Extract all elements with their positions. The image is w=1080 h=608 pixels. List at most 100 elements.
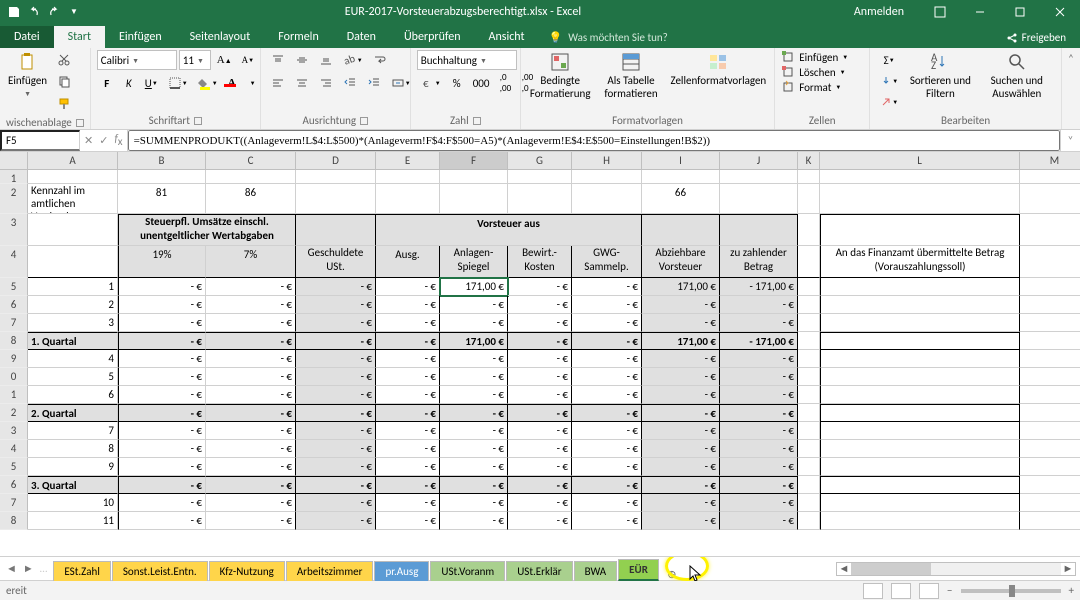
- cell[interactable]: - €: [118, 332, 206, 350]
- row-header[interactable]: 5: [0, 278, 28, 296]
- cell[interactable]: - €: [572, 512, 642, 530]
- cell[interactable]: Kennzahl im amtlichen Vordruck: [28, 184, 118, 214]
- cell[interactable]: [820, 476, 1020, 494]
- zoom-in-icon[interactable]: +: [1069, 584, 1074, 597]
- cell[interactable]: [820, 440, 1020, 458]
- cell[interactable]: - €: [118, 314, 206, 332]
- cell[interactable]: - €: [720, 296, 798, 314]
- cell[interactable]: - €: [206, 494, 296, 512]
- cell[interactable]: GWG-Sammelp.: [572, 246, 642, 278]
- font-color-icon[interactable]: A▼: [224, 73, 260, 93]
- fill-icon[interactable]: ▼: [876, 71, 902, 91]
- cell[interactable]: - €: [206, 476, 296, 494]
- cell[interactable]: - €: [572, 494, 642, 512]
- cell[interactable]: - €: [508, 458, 572, 476]
- cell[interactable]: [1020, 184, 1080, 214]
- cell[interactable]: [572, 184, 642, 214]
- cell[interactable]: [1020, 246, 1080, 278]
- cell[interactable]: [642, 214, 720, 246]
- zoom-out-icon[interactable]: −: [947, 584, 952, 597]
- col-header-b[interactable]: B: [118, 152, 206, 169]
- cell[interactable]: 171,00 €: [440, 332, 508, 350]
- col-header-f[interactable]: F: [440, 152, 508, 169]
- copy-icon[interactable]: [53, 72, 75, 92]
- row-header[interactable]: 3: [0, 422, 28, 440]
- align-top-icon[interactable]: [267, 50, 289, 70]
- zoom-slider[interactable]: [961, 589, 1061, 593]
- cell[interactable]: 2. Quartal: [28, 404, 118, 422]
- row-header[interactable]: 7: [0, 494, 28, 512]
- cell[interactable]: - 171,00 €: [720, 332, 798, 350]
- cell[interactable]: [118, 170, 206, 184]
- view-normal-icon[interactable]: [863, 583, 883, 599]
- cell[interactable]: - €: [440, 314, 508, 332]
- cell[interactable]: - €: [206, 458, 296, 476]
- cell[interactable]: [1020, 440, 1080, 458]
- cell[interactable]: [820, 296, 1020, 314]
- cell[interactable]: 7: [28, 422, 118, 440]
- align-center-icon[interactable]: [291, 73, 313, 93]
- cell[interactable]: - €: [296, 494, 376, 512]
- tab-start[interactable]: Start: [54, 26, 105, 48]
- cell[interactable]: - €: [440, 386, 508, 404]
- row-header[interactable]: 6: [0, 476, 28, 494]
- row-header[interactable]: 2: [0, 404, 28, 422]
- row-header[interactable]: 8: [0, 512, 28, 530]
- cell[interactable]: [798, 332, 820, 350]
- cell[interactable]: - €: [296, 314, 376, 332]
- cell[interactable]: - €: [720, 476, 798, 494]
- cell[interactable]: - €: [206, 422, 296, 440]
- cell[interactable]: - €: [206, 404, 296, 422]
- row-header[interactable]: 0: [0, 368, 28, 386]
- cell[interactable]: - €: [376, 512, 440, 530]
- sheet-tab-arbeit[interactable]: Arbeitszimmer: [286, 561, 374, 581]
- cell[interactable]: - €: [376, 404, 440, 422]
- cell[interactable]: 5: [28, 368, 118, 386]
- grow-font-icon[interactable]: A▲: [213, 50, 236, 70]
- cell[interactable]: - €: [720, 404, 798, 422]
- cell[interactable]: Geschuldete USt.: [296, 246, 376, 278]
- cell[interactable]: [820, 278, 1020, 296]
- cell[interactable]: Ausg.: [376, 246, 440, 278]
- cell[interactable]: - €: [508, 386, 572, 404]
- cell[interactable]: [820, 332, 1020, 350]
- sheet-tab-kfz[interactable]: Kfz-Nutzung: [209, 561, 285, 581]
- cell[interactable]: 3. Quartal: [28, 476, 118, 494]
- row-header[interactable]: 7: [0, 314, 28, 332]
- fill-color-icon[interactable]: ▼: [194, 73, 222, 93]
- cell[interactable]: [820, 214, 1020, 246]
- bold-button[interactable]: F: [97, 73, 117, 93]
- format-as-table-button[interactable]: Als Tabelle formatieren: [598, 50, 665, 102]
- row-header[interactable]: 5: [0, 458, 28, 476]
- cell[interactable]: - €: [720, 458, 798, 476]
- col-header-i[interactable]: I: [642, 152, 720, 169]
- col-header-c[interactable]: C: [206, 152, 296, 169]
- cell[interactable]: - €: [720, 368, 798, 386]
- qat-more-icon[interactable]: ▼: [66, 4, 82, 20]
- cell[interactable]: [798, 350, 820, 368]
- cell[interactable]: [28, 170, 118, 184]
- cell[interactable]: [1020, 170, 1080, 184]
- collapse-ribbon-icon[interactable]: ˄: [1062, 48, 1080, 129]
- shrink-font-icon[interactable]: A▼: [238, 50, 258, 70]
- cell[interactable]: - €: [572, 350, 642, 368]
- cell[interactable]: [296, 184, 376, 214]
- clear-icon[interactable]: ▼: [876, 92, 902, 112]
- cell[interactable]: - €: [508, 404, 572, 422]
- cell[interactable]: - €: [572, 314, 642, 332]
- cell[interactable]: 171,00 €: [440, 278, 508, 296]
- cell[interactable]: - €: [508, 422, 572, 440]
- comma-icon[interactable]: 000: [469, 73, 494, 93]
- cell[interactable]: [798, 494, 820, 512]
- cancel-formula-icon[interactable]: ✕: [84, 134, 93, 147]
- cell[interactable]: - €: [376, 332, 440, 350]
- cell[interactable]: - €: [572, 440, 642, 458]
- cell[interactable]: [798, 214, 820, 246]
- cell[interactable]: [440, 184, 508, 214]
- cell[interactable]: [820, 494, 1020, 512]
- cell[interactable]: - €: [118, 278, 206, 296]
- cell[interactable]: - €: [376, 386, 440, 404]
- cell[interactable]: - €: [440, 368, 508, 386]
- cell[interactable]: - €: [440, 296, 508, 314]
- cell[interactable]: - €: [118, 350, 206, 368]
